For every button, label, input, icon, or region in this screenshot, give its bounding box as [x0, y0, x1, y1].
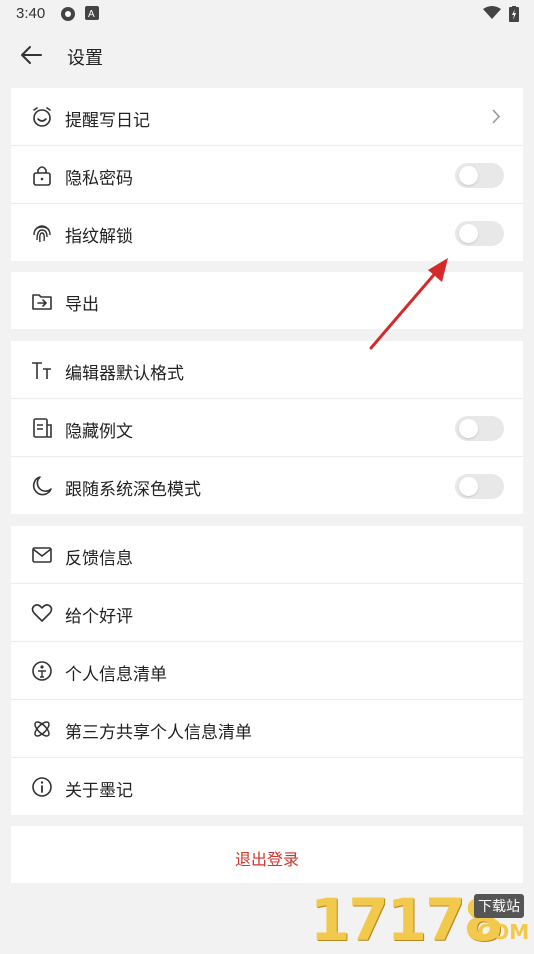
app-bar: 设置: [0, 28, 534, 82]
toggle-knob: [459, 477, 478, 496]
alarm-clock-icon: [33, 107, 51, 127]
privacy-password-label: 隐私密码: [65, 169, 133, 188]
privacy-password-toggle[interactable]: [455, 163, 504, 188]
feedback-label: 反馈信息: [65, 549, 133, 568]
fingerprint-unlock-row: 指纹解锁: [11, 204, 523, 261]
fingerprint-icon: [33, 225, 51, 243]
export-row[interactable]: 导出: [11, 272, 523, 329]
about-label: 关于墨记: [65, 781, 133, 800]
watermark-domain: .COM: [470, 920, 530, 944]
dark-mode-toggle[interactable]: [455, 474, 504, 499]
editor-format-row[interactable]: 编辑器默认格式: [11, 341, 523, 399]
privacy-password-row: 隐私密码: [11, 146, 523, 204]
page-title: 设置: [67, 48, 103, 68]
dark-mode-row: 跟随系统深色模式: [11, 457, 523, 514]
feedback-row[interactable]: 反馈信息: [11, 526, 523, 584]
hide-example-toggle[interactable]: [455, 416, 504, 441]
hide-example-label: 隐藏例文: [65, 422, 133, 441]
settings-section-export: 导出: [11, 272, 523, 329]
status-time: 3:40: [16, 5, 46, 22]
share-icon: [34, 721, 50, 737]
hide-example-row: 隐藏例文: [11, 399, 523, 457]
info-icon: [32, 777, 52, 797]
about-row[interactable]: 关于墨记: [11, 758, 523, 815]
diary-reminder-label: 提醒写日记: [65, 111, 150, 130]
export-label: 导出: [65, 295, 99, 314]
svg-text:A: A: [88, 9, 95, 20]
app-notification-icon: [61, 7, 75, 21]
person-info-icon: [32, 661, 52, 681]
personal-info-row[interactable]: 个人信息清单: [11, 642, 523, 700]
toggle-knob: [459, 224, 478, 243]
watermark-logo: 17178 下载站 .COM: [300, 878, 534, 954]
dark-mode-label: 跟随系统深色模式: [65, 480, 201, 499]
rate-label: 给个好评: [65, 607, 133, 626]
battery-icon: [509, 6, 519, 22]
lock-icon: [33, 166, 51, 186]
export-icon: [32, 294, 52, 310]
watermark-badge: 下载站: [474, 894, 524, 918]
toggle-knob: [459, 166, 478, 185]
logout-card: 退出登录: [11, 826, 523, 883]
diary-reminder-row[interactable]: 提醒写日记: [11, 88, 523, 146]
settings-section-editor: 编辑器默认格式 隐藏例文 跟随系统深色模式: [11, 341, 523, 514]
settings-section-about: 反馈信息 给个好评 个人信息清单 第三方共享个人信息清单 关于墨记: [11, 526, 523, 815]
chevron-right-icon: [492, 109, 501, 124]
status-bar: 3:40 A: [0, 0, 534, 28]
fingerprint-unlock-label: 指纹解锁: [65, 227, 133, 246]
a-notification-icon: A: [85, 6, 99, 20]
text-format-icon: [32, 362, 51, 379]
rate-row[interactable]: 给个好评: [11, 584, 523, 642]
third-party-share-row[interactable]: 第三方共享个人信息清单: [11, 700, 523, 758]
back-arrow-icon[interactable]: [18, 42, 44, 68]
fingerprint-unlock-toggle[interactable]: [455, 221, 504, 246]
mail-icon: [32, 547, 52, 563]
third-party-share-label: 第三方共享个人信息清单: [65, 723, 252, 742]
toggle-knob: [459, 419, 478, 438]
heart-icon: [31, 604, 53, 622]
personal-info-label: 个人信息清单: [65, 665, 167, 684]
wifi-icon: [483, 6, 501, 19]
logout-button[interactable]: 退出登录: [11, 846, 523, 870]
moon-icon: [32, 476, 52, 496]
settings-section-reminders: 提醒写日记 隐私密码 指纹解锁: [11, 88, 523, 261]
editor-format-label: 编辑器默认格式: [65, 364, 184, 383]
document-icon: [33, 418, 52, 438]
